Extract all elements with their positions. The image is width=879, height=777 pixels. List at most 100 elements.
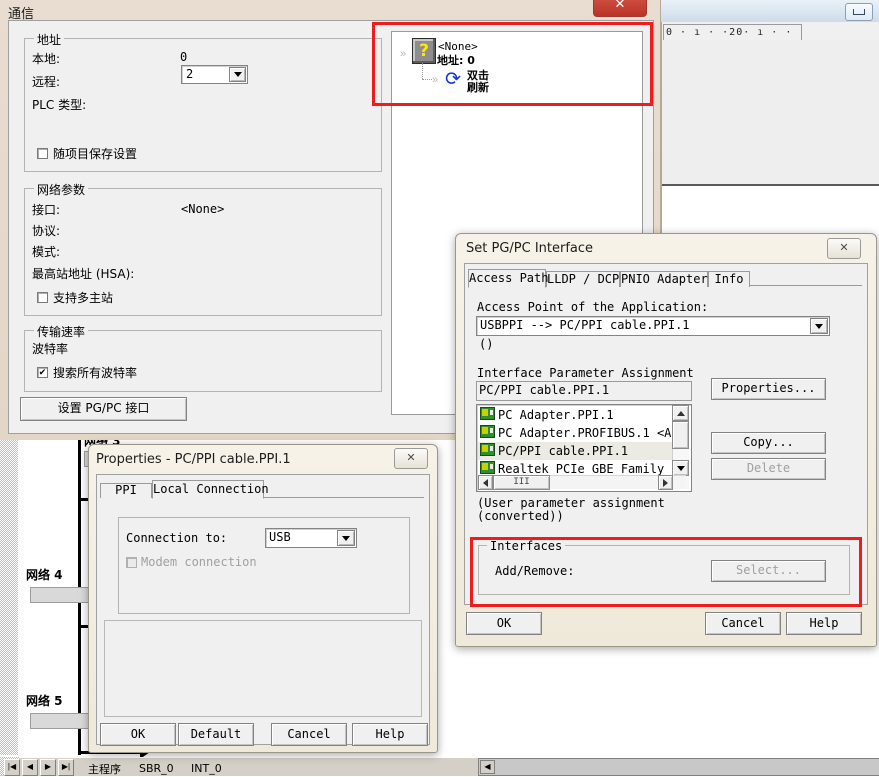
access-point-dropdown-button[interactable] bbox=[810, 318, 828, 334]
save-with-project-label: 随项目保存设置 bbox=[53, 147, 138, 161]
tab-lldp-dcp[interactable]: LLDP / DCP bbox=[546, 271, 620, 287]
network-label-4: 网络 4 bbox=[26, 568, 63, 582]
mode-label: 模式: bbox=[32, 245, 61, 259]
list-scroll-left-button[interactable] bbox=[478, 475, 493, 490]
chevron-down-icon bbox=[815, 323, 823, 329]
multimaster-label: 支持多主站 bbox=[53, 291, 114, 305]
network-card-icon bbox=[480, 443, 495, 456]
network-label-5: 网络 5 bbox=[26, 694, 63, 708]
remote-address-value: 2 bbox=[186, 67, 194, 81]
properties-close-button[interactable]: ✕ bbox=[394, 448, 428, 469]
refresh-icon[interactable]: ⟳ bbox=[445, 70, 461, 89]
connection-to-dropdown-button[interactable] bbox=[337, 530, 355, 546]
remote-address-dropdown-button[interactable] bbox=[229, 67, 246, 82]
minimize-icon bbox=[853, 9, 865, 15]
list-item[interactable]: PC Adapter.PROFIBUS.1 <Acti bbox=[478, 424, 672, 442]
network-comment-box-5 bbox=[30, 713, 92, 729]
network-card-icon bbox=[480, 425, 495, 438]
pgpc-help-button[interactable]: Help bbox=[786, 612, 862, 635]
chevron-down-icon bbox=[342, 535, 350, 541]
editor-left-margin bbox=[0, 425, 18, 755]
check-icon: ✔ bbox=[38, 367, 47, 377]
local-address-value: 0 bbox=[180, 50, 188, 64]
tree-connector-line bbox=[422, 63, 424, 79]
list-item-label: PC/PPI cable.PPI.1 bbox=[498, 444, 629, 458]
baudrate-label: 波特率 bbox=[32, 342, 69, 356]
pgpc-ok-button[interactable]: OK bbox=[466, 612, 542, 635]
question-mark-icon: ? bbox=[412, 38, 436, 64]
tree-node-subtitle: 地址: 0 bbox=[437, 54, 475, 67]
tree-refresh-label-line2: 刷新 bbox=[467, 81, 489, 94]
tree-connector-elbow bbox=[422, 79, 432, 81]
note-line-2: (converted)) bbox=[477, 509, 564, 523]
program-tab-sbr0[interactable]: SBR_0 bbox=[139, 762, 174, 775]
baudrate-legend: 传输速率 bbox=[34, 323, 89, 340]
network-params-legend: 网络参数 bbox=[34, 181, 89, 198]
properties-ok-button[interactable]: OK bbox=[100, 723, 176, 746]
properties-help-button[interactable]: Help bbox=[352, 723, 428, 746]
nav-next-button[interactable]: ▶ bbox=[40, 759, 56, 776]
properties-button[interactable]: Properties... bbox=[711, 378, 826, 400]
list-item-label: Realtek PCIe GBE Family Cont bbox=[498, 462, 672, 476]
tab-access-path[interactable]: Access Path bbox=[468, 269, 548, 288]
close-icon: ✕ bbox=[614, 0, 626, 12]
local-address-label: 本地: bbox=[32, 52, 61, 66]
chevron-down-icon bbox=[676, 465, 685, 471]
properties-cancel-button[interactable]: Cancel bbox=[271, 723, 347, 746]
search-all-baud-label: 搜索所有波特率 bbox=[53, 366, 138, 380]
chevron-up-icon bbox=[676, 410, 685, 416]
tab-ppi[interactable]: PPI bbox=[100, 483, 152, 498]
search-all-baud-checkbox[interactable]: ✔ bbox=[37, 367, 48, 378]
save-with-project-checkbox[interactable] bbox=[37, 148, 48, 159]
plc-type-label: PLC 类型: bbox=[32, 98, 87, 112]
list-item-label: PC Adapter.PPI.1 bbox=[498, 408, 614, 422]
nav-first-button[interactable]: |◀ bbox=[4, 759, 20, 776]
network-card-icon bbox=[480, 461, 495, 474]
chevron-left-icon bbox=[483, 478, 488, 487]
hsa-label: 最高站地址 (HSA): bbox=[32, 267, 135, 281]
modem-connection-checkbox bbox=[126, 557, 137, 568]
list-item-label: PC Adapter.PROFIBUS.1 <Acti bbox=[498, 426, 672, 440]
tree-expand-icon[interactable]: » bbox=[400, 49, 406, 60]
interface-value: <None> bbox=[181, 202, 225, 216]
nav-last-button[interactable]: ▶| bbox=[58, 759, 74, 776]
set-pgpc-interface-button[interactable]: 设置 PG/PC 接口 bbox=[20, 397, 187, 421]
list-scroll-down-button[interactable] bbox=[672, 460, 689, 476]
tab-pnio-adapter[interactable]: PNIO Adapter bbox=[620, 271, 708, 287]
interface-label: 接口: bbox=[32, 203, 61, 217]
list-scroll-up-button[interactable] bbox=[672, 405, 689, 421]
access-point-label: Access Point of the Application: bbox=[477, 300, 709, 314]
modem-connection-label: Modem connection bbox=[141, 555, 257, 569]
tab-info[interactable]: Info bbox=[708, 271, 750, 287]
editor-upper-pane bbox=[662, 40, 879, 186]
program-tab-int0[interactable]: INT_0 bbox=[191, 762, 222, 775]
pgpc-close-button[interactable]: ✕ bbox=[827, 238, 861, 259]
nav-prev-button[interactable]: ◀ bbox=[22, 759, 38, 776]
hscroll-left-button[interactable]: ◀ bbox=[480, 760, 495, 774]
list-scroll-right-button[interactable] bbox=[658, 475, 673, 490]
access-point-sub: () bbox=[479, 337, 494, 351]
pgpc-dialog-title: Set PG/PC Interface bbox=[466, 241, 594, 256]
list-item-selected[interactable]: PC/PPI cable.PPI.1 bbox=[478, 442, 672, 460]
horizontal-scrollbar[interactable] bbox=[478, 758, 879, 776]
connection-to-value: USB bbox=[269, 530, 291, 544]
access-point-value: USBPPI --> PC/PPI cable.PPI.1 bbox=[480, 318, 690, 332]
chevron-down-icon bbox=[233, 72, 242, 77]
chevron-right-icon bbox=[663, 478, 668, 487]
properties-default-button[interactable]: Default bbox=[178, 723, 254, 746]
network-comment-box-4 bbox=[30, 587, 92, 603]
connection-to-label: Connection to: bbox=[126, 531, 228, 545]
list-hscroll-thumb[interactable]: III bbox=[493, 475, 550, 490]
param-assignment-value: PC/PPI cable.PPI.1 bbox=[479, 383, 610, 397]
pgpc-cancel-button[interactable]: Cancel bbox=[705, 612, 781, 635]
note-line-1: (User parameter assignment bbox=[477, 496, 665, 510]
multimaster-checkbox[interactable] bbox=[37, 292, 48, 303]
list-item[interactable]: PC Adapter.PPI.1 bbox=[478, 406, 672, 424]
tree-refresh-expand-icon[interactable]: » bbox=[432, 75, 438, 86]
tab-local-connection[interactable]: Local Connection bbox=[152, 480, 269, 499]
copy-button[interactable]: Copy... bbox=[711, 432, 826, 454]
address-group-legend: 地址 bbox=[34, 31, 65, 48]
list-vscroll-thumb[interactable] bbox=[672, 421, 689, 449]
remote-address-label: 远程: bbox=[32, 75, 61, 89]
network-card-icon bbox=[480, 407, 495, 420]
